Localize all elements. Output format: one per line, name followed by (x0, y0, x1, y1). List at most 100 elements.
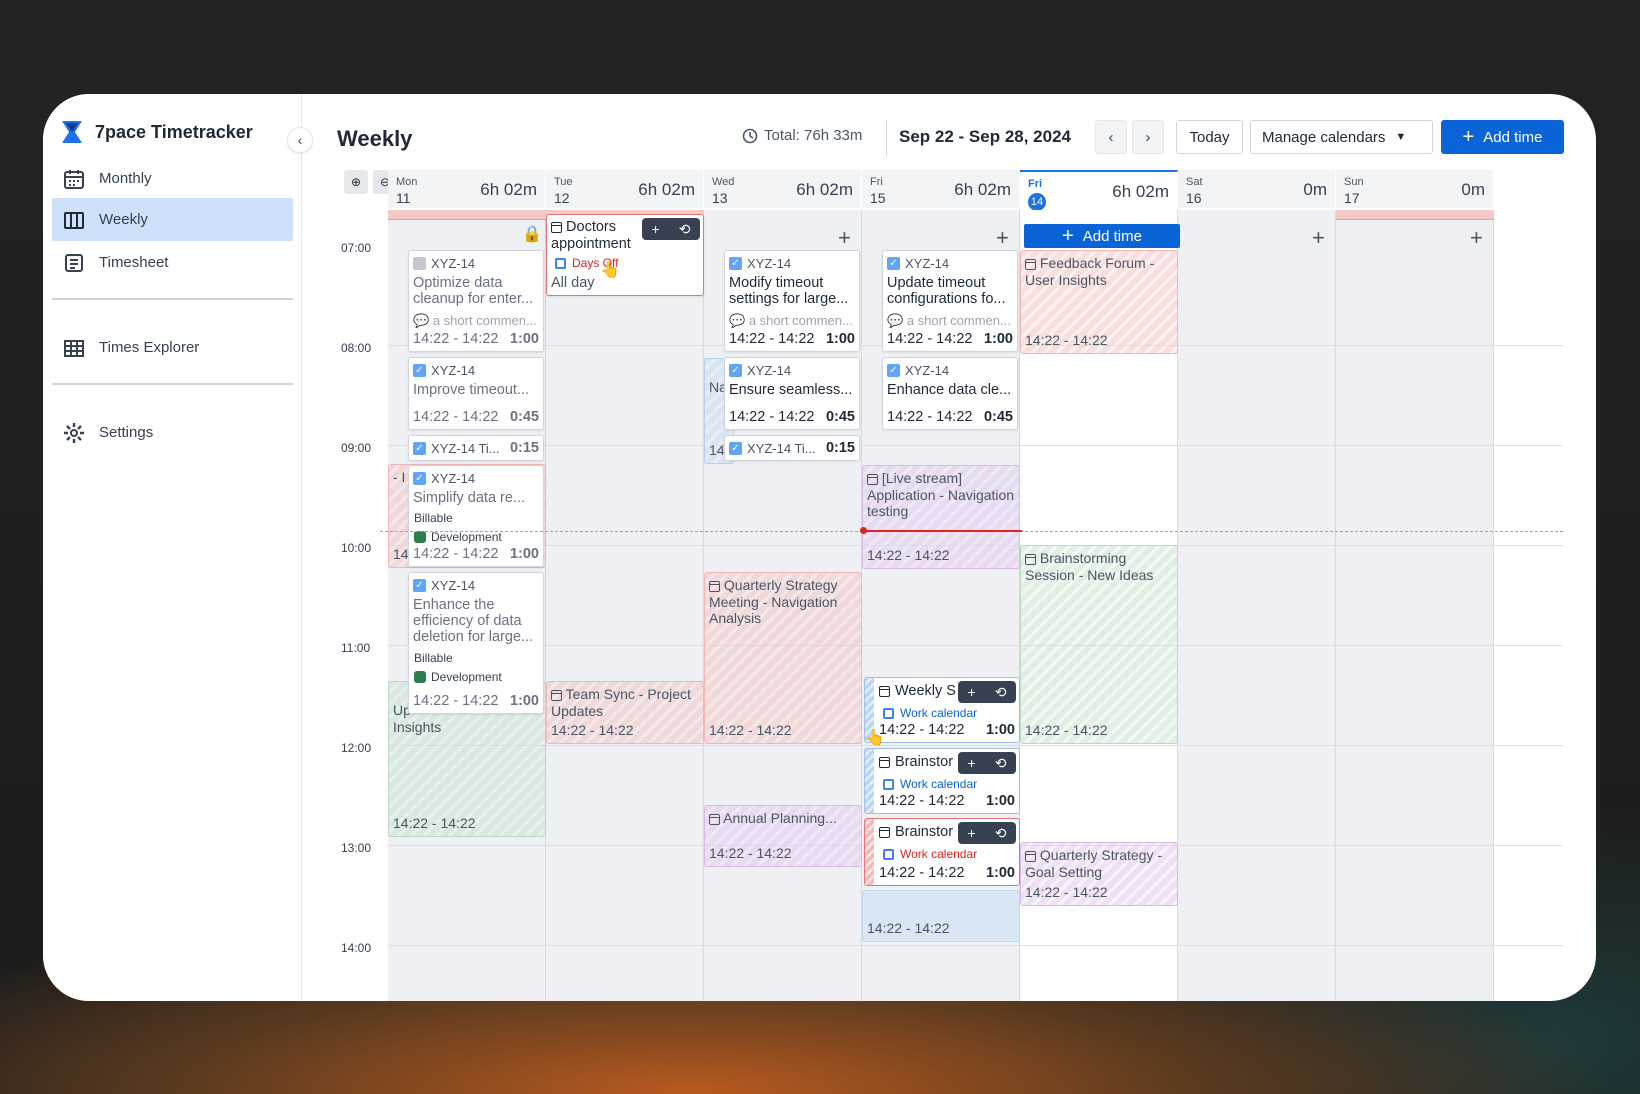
sidebar-item-monthly[interactable]: Monthly (52, 157, 293, 200)
add-time-button[interactable]: + Add time (1441, 120, 1564, 154)
time-entry-card[interactable]: ✓ XYZ-14 Enhance data cle... 14:22 - 14:2… (882, 357, 1018, 430)
event-title: Quarterly Strategy - Goal Setting (1025, 847, 1173, 880)
calendar-event[interactable]: Team Sync - Project Updates 14:22 - 14:22 (546, 681, 704, 744)
sidebar-item-settings[interactable]: Settings (52, 411, 293, 454)
add-entry-plus-icon[interactable]: + (996, 227, 1009, 249)
header-divider (886, 120, 887, 156)
work-item-id: XYZ-14 (747, 256, 792, 271)
manage-calendars-dropdown[interactable]: Manage calendars ▼ (1250, 120, 1433, 154)
add-icon[interactable]: + (968, 684, 976, 700)
sidebar-item-times-explorer[interactable]: Times Explorer (52, 326, 293, 369)
event-time: 14:22 - 14:22 (709, 722, 792, 739)
day-number: 16 (1186, 190, 1202, 206)
day-name: Sat (1186, 176, 1203, 188)
time-entry-card[interactable]: ✓ XYZ-14 Simplify data re... Billable Dev… (408, 465, 544, 567)
work-item-key: ✓ XYZ-14 (729, 256, 791, 271)
day-name: Fri (870, 176, 883, 188)
allday-event-card[interactable]: Doctors appointment + ⟲ Days Off All day (546, 214, 704, 296)
add-icon[interactable]: + (968, 825, 976, 841)
page-title: Weekly (337, 126, 413, 151)
work-item-key: ✓ XYZ-14 Ti... (413, 441, 500, 456)
calendar-icon (709, 813, 720, 825)
time-label: 10:00 (341, 541, 372, 555)
work-item-key: ✓ XYZ-14 Ti... (729, 441, 816, 456)
calendar-event[interactable]: Annual Planning... 14:22 - 14:22 (704, 805, 862, 867)
total-time-label: Total: 76h 33m (764, 127, 863, 144)
day-name: Mon (396, 176, 418, 188)
work-item-id: XYZ-14 Ti... (431, 441, 500, 456)
event-title-text: Weekly S (895, 683, 956, 699)
add-entry-plus-icon[interactable]: + (1470, 227, 1483, 249)
entry-duration: 0:15 (825, 440, 855, 456)
day-column-sat[interactable] (1178, 210, 1336, 1001)
sidebar-item-timesheet[interactable]: Timesheet (52, 241, 293, 284)
entry-title: Modify timeout settings for large... (729, 275, 849, 307)
add-entry-plus-icon[interactable]: + (838, 227, 851, 249)
history-icon[interactable]: ⟲ (995, 825, 1007, 842)
tag-color (414, 531, 426, 543)
zoom-in-button[interactable]: ⊕ (344, 170, 368, 194)
calendar-event[interactable]: Feedback Forum - User Insights 14:22 - 14… (1020, 250, 1178, 354)
add-icon[interactable]: + (652, 221, 660, 237)
calendar-entry-card[interactable]: Brainstor + ⟲ Work calendar 14:22 - 14:22… (864, 818, 1020, 886)
chevron-left-icon: ‹ (1108, 128, 1114, 146)
add-entry-plus-icon[interactable]: + (1312, 227, 1325, 249)
time-entry-card[interactable]: ✓ XYZ-14 Ti... 0:15 (724, 435, 860, 461)
date-range: Sep 22 - Sep 28, 2024 (899, 127, 1071, 146)
sidebar-item-label: Timesheet (99, 254, 169, 271)
day-name: Wed (712, 176, 735, 188)
time-entry-card[interactable]: ✓ XYZ-14 Update timeout configurations fo… (882, 250, 1018, 352)
today-button[interactable]: Today (1176, 120, 1243, 154)
time-entry-card[interactable]: ✓ XYZ-14 Enhance the efficiency of data d… (408, 572, 544, 714)
entry-time: 14:22 - 14:22 (887, 331, 973, 347)
event-duration: 1:00 (985, 722, 1015, 738)
work-item-key: ✓ XYZ-14 (413, 578, 475, 593)
day-column-sun[interactable] (1336, 210, 1494, 1001)
calendar-event[interactable]: Quarterly Strategy - Goal Setting 14:22 -… (1020, 842, 1178, 906)
calendar-event[interactable]: [Live stream] Application - Navigation t… (862, 465, 1020, 569)
app-logo[interactable]: 7pace Timetracker (61, 120, 253, 144)
chevron-down-icon: ▼ (1395, 131, 1407, 143)
prev-week-button[interactable]: ‹ (1095, 120, 1127, 154)
time-entry-card[interactable]: ✓ XYZ-14 Modify timeout settings for larg… (724, 250, 860, 352)
work-item-id: XYZ-14 (747, 363, 792, 378)
calendar-name: Work calendar (900, 847, 978, 861)
tag: Development (414, 530, 502, 544)
check-icon: ✓ (729, 257, 742, 270)
history-icon[interactable]: ⟲ (995, 684, 1007, 701)
tag-color (414, 671, 426, 683)
time-entry-card[interactable]: ✓ XYZ-14 Improve timeout... 14:22 - 14:22… (408, 357, 544, 430)
history-icon[interactable]: ⟲ (995, 755, 1007, 772)
entry-actions: + ⟲ (958, 822, 1016, 844)
calendar-event[interactable]: 14:22 - 14:22 (862, 890, 1020, 942)
history-icon[interactable]: ⟲ (679, 221, 691, 238)
calendar-event[interactable]: Brainstorming Session - New Ideas 14:22 -… (1020, 545, 1178, 744)
time-entry-card[interactable]: ✓ XYZ-14 Ensure seamless... 14:22 - 14:22… (724, 357, 860, 430)
calendar-icon (1025, 258, 1036, 270)
event-time: 14:22 - 14:22 (879, 793, 965, 809)
time-entry-card[interactable]: ✓ XYZ-14 Ti... 0:15 (408, 435, 544, 461)
collapse-sidebar-button[interactable]: ‹ (287, 127, 313, 153)
billable-tag: Billable (414, 651, 453, 665)
calendar-entry-card[interactable]: Weekly S + ⟲ Work calendar 14:22 - 14:22 1… (864, 677, 1020, 743)
entry-duration: 1:00 (509, 693, 539, 709)
check-icon: ✓ (729, 364, 742, 377)
calendar-entry-card[interactable]: Brainstor + ⟲ Work calendar 14:22 - 14:22… (864, 748, 1020, 814)
event-time: 14:22 - 14:22 (393, 815, 476, 832)
time-entry-card[interactable]: XYZ-14 Optimize data cleanup for enter..… (408, 250, 544, 352)
entry-actions: + ⟲ (958, 752, 1016, 774)
inline-add-time-button[interactable]: + Add time (1024, 224, 1180, 248)
sidebar-item-weekly[interactable]: Weekly (52, 198, 293, 241)
day-column-tue[interactable] (546, 210, 704, 1001)
work-item-id: XYZ-14 (431, 256, 476, 271)
tag: Development (414, 670, 502, 684)
add-icon[interactable]: + (968, 755, 976, 771)
next-week-button[interactable]: › (1132, 120, 1164, 154)
entry-time: 14:22 - 14:22 (413, 409, 499, 425)
entry-time: 14:22 - 14:22 (887, 409, 973, 425)
billable-tag: Billable (414, 511, 453, 525)
entry-title: Enhance the efficiency of data deletion … (413, 597, 534, 645)
event-time: 14:22 - 14:22 (867, 920, 950, 937)
calendar-event[interactable]: Quarterly Strategy Meeting - Navigation … (704, 572, 862, 744)
tag-label: Development (431, 530, 502, 544)
